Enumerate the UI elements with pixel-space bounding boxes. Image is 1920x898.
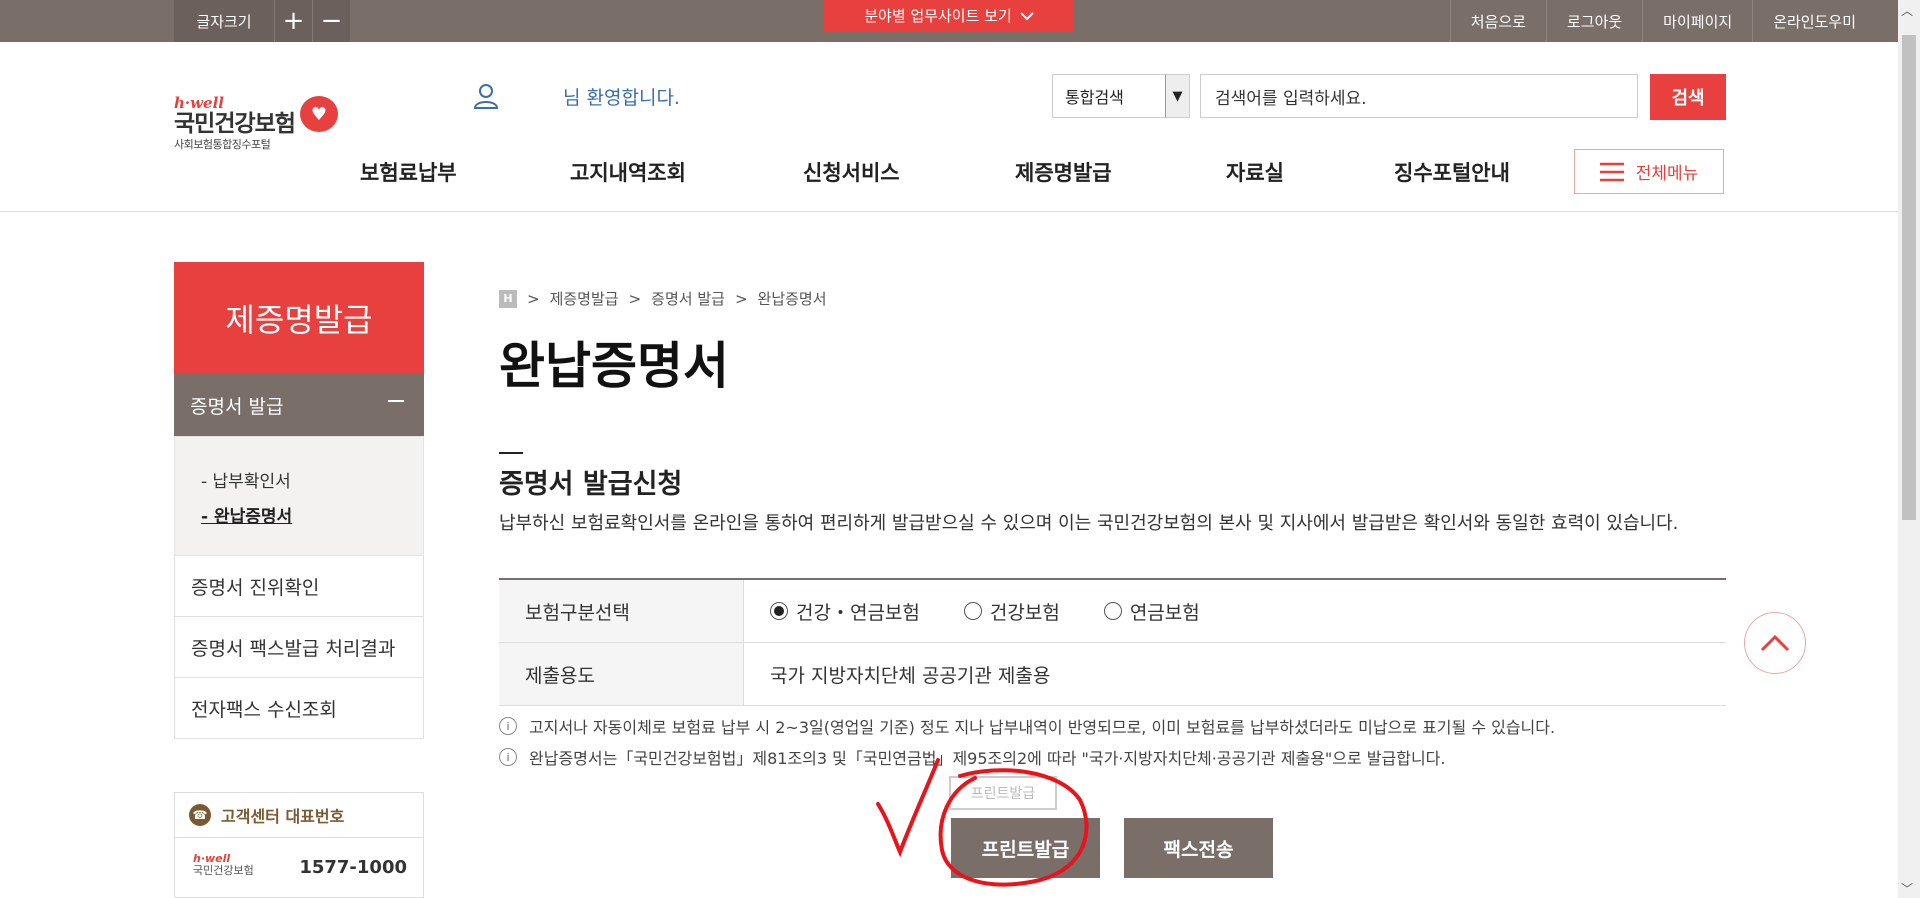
all-menu-label: 전체메뉴 — [1635, 164, 1699, 184]
search-input[interactable]: 검색어를 입력하세요. — [1200, 74, 1638, 118]
breadcrumb-item[interactable]: 완납증명서 — [758, 288, 827, 309]
table-row: 제출용도 국가 지방자치단체 공공기관 제출용 — [499, 643, 1726, 706]
header-divider — [0, 211, 1898, 212]
customer-center-number: 1577-1000 — [299, 857, 407, 878]
application-form-table: 보험구분선택 건강・연금보험 건강보험 연금보험 제출용도 국가 지방자치단체 … — [499, 578, 1726, 706]
notice-text: 고지서나 자동이체로 보험료 납부 시 2~3일(영업일 기준) 정도 지나 납… — [529, 718, 1556, 737]
radio-pension[interactable]: 연금보험 — [1103, 598, 1200, 625]
breadcrumb-item[interactable]: 증명서 발급 — [651, 288, 725, 309]
sidebar-subitem-full-payment-certificate[interactable]: - 완납증명서 — [201, 502, 292, 527]
section-description: 납부하신 보험료확인서를 온라인을 통하여 편리하게 발급받으실 수 있으며 이… — [499, 513, 1679, 534]
table-row: 보험구분선택 건강・연금보험 건강보험 연금보험 — [499, 580, 1726, 643]
info-icon: i — [499, 748, 517, 766]
customer-center-label: 고객센터 대표번호 — [221, 807, 345, 826]
font-decrease-button[interactable]: − — [312, 0, 350, 42]
top-utility-bar: 글자크기 + − 분야별 업무사이트 보기 처음으로 로그아웃 마이페이지 온라… — [0, 0, 1898, 42]
mypage-link[interactable]: 마이페이지 — [1642, 0, 1752, 42]
nav-item-library[interactable]: 자료실 — [1226, 157, 1284, 187]
site-logo[interactable]: h·well 국민건강보험 사회보험통합징수포털 ♥ — [174, 94, 344, 170]
field-site-dropdown-button[interactable]: 분야별 업무사이트 보기 — [824, 0, 1074, 31]
sidebar-item-fax-result[interactable]: 증명서 팩스발급 처리결과 — [174, 617, 424, 678]
sidebar-item-verification[interactable]: 증명서 진위확인 — [174, 556, 424, 617]
purpose-value: 국가 지방자치단체 공공기관 제출용 — [770, 664, 1051, 687]
nav-item-notice-history[interactable]: 고지내역조회 — [570, 157, 686, 187]
phone-icon: ☎ — [189, 804, 211, 826]
radio-button[interactable] — [963, 602, 982, 620]
font-increase-button[interactable]: + — [274, 0, 312, 42]
chevron-down-icon[interactable]: ▼ — [1165, 75, 1189, 117]
breadcrumb-item[interactable]: 제증명발급 — [550, 288, 619, 309]
scroll-to-top-button[interactable] — [1744, 612, 1806, 674]
chevron-up-icon — [1760, 634, 1790, 652]
radio-button-checked[interactable] — [770, 602, 788, 620]
logo-subtitle: 사회보험통합징수포털 — [174, 138, 271, 151]
breadcrumb-separator: > — [734, 289, 748, 308]
scroll-down-arrow-icon[interactable]: ﹀ — [1901, 880, 1913, 897]
breadcrumb: H > 제증명발급 > 증명서 발급 > 완납증명서 — [499, 288, 827, 309]
nav-item-premium-payment[interactable]: 보험료납부 — [360, 157, 457, 187]
customer-center-box: ☎ 고객센터 대표번호 h·well 국민건강보험 1577-1000 — [174, 792, 424, 898]
purpose-label: 제출용도 — [499, 643, 744, 705]
radio-label: 연금보험 — [1129, 601, 1200, 624]
sidebar-subitem-payment-confirmation[interactable]: - 납부확인서 — [201, 467, 291, 492]
hamburger-icon — [1599, 162, 1624, 181]
radio-label: 건강・연금보험 — [796, 601, 920, 624]
search-button[interactable]: 검색 — [1650, 74, 1726, 120]
nav-item-certificates[interactable]: 제증명발급 — [1015, 157, 1112, 187]
top-links: 처음으로 로그아웃 마이페이지 온라인도우미 — [1449, 0, 1876, 42]
sidebar-group-label: 증명서 발급 — [190, 395, 284, 418]
online-help-link[interactable]: 온라인도우미 — [1752, 0, 1876, 42]
insurance-type-options: 건강・연금보험 건강보험 연금보험 — [744, 580, 1726, 642]
insurance-type-label: 보험구분선택 — [499, 580, 744, 642]
minus-icon — [388, 400, 404, 402]
notice-text: 완납증명서는「국민건강보험법」제81조의3 및「국민연금법」제95조의2에 따라… — [529, 749, 1446, 768]
section-title-bar — [499, 452, 523, 454]
scroll-up-arrow-icon[interactable]: ︿ — [1901, 2, 1913, 19]
print-issue-ghost-button: 프린트발급 — [949, 776, 1057, 810]
radio-health-pension[interactable]: 건강・연금보험 — [770, 598, 920, 625]
scrollbar-thumb[interactable] — [1902, 35, 1916, 520]
sidebar-submenu: - 납부확인서 - 완납증명서 — [174, 436, 424, 556]
sidebar-group-certificate-issue[interactable]: 증명서 발급 — [174, 374, 424, 436]
sidebar-item-efax-inquiry[interactable]: 전자팩스 수신조회 — [174, 678, 424, 739]
radio-button[interactable] — [1103, 602, 1122, 620]
chevron-down-icon — [1020, 11, 1034, 20]
page-scrollbar[interactable]: ︿ ﹀ — [1898, 0, 1920, 898]
info-icon: i — [499, 717, 517, 735]
notice-item: i 완납증명서는「국민건강보험법」제81조의3 및「국민연금법」제95조의2에 … — [499, 745, 1446, 769]
heart-logo-icon: ♥ — [300, 96, 338, 132]
customer-center-logo: h·well 국민건강보험 — [193, 853, 254, 877]
customer-center-header: ☎ 고객센터 대표번호 — [175, 793, 423, 838]
font-size-label: 글자크기 — [174, 0, 274, 42]
welcome-text: 님 환영합니다. — [563, 87, 680, 109]
user-icon — [473, 84, 499, 109]
search-scope-value: 통합검색 — [1065, 88, 1124, 107]
search-placeholder: 검색어를 입력하세요. — [1215, 88, 1367, 109]
section-title: 증명서 발급신청 — [499, 469, 683, 500]
mini-logo-name: 국민건강보험 — [193, 864, 254, 877]
logout-link[interactable]: 로그아웃 — [1545, 0, 1642, 42]
sidebar-title: 제증명발급 — [174, 262, 424, 374]
search-scope-select[interactable]: 통합검색 ▼ — [1052, 74, 1190, 118]
breadcrumb-separator: > — [628, 289, 642, 308]
field-site-label: 분야별 업무사이트 보기 — [864, 7, 1012, 25]
radio-label: 건강보험 — [989, 601, 1060, 624]
radio-health[interactable]: 건강보험 — [963, 598, 1060, 625]
print-issue-button[interactable]: 프린트발급 — [951, 818, 1100, 878]
fax-send-button[interactable]: 팩스전송 — [1124, 818, 1273, 878]
nav-item-portal-guide[interactable]: 징수포털안내 — [1394, 157, 1510, 187]
page-title: 완납증명서 — [499, 337, 729, 395]
home-link[interactable]: 처음으로 — [1449, 0, 1546, 42]
home-icon[interactable]: H — [499, 289, 517, 308]
all-menu-button[interactable]: 전체메뉴 — [1574, 149, 1724, 194]
check-mark-annotation — [876, 758, 940, 858]
breadcrumb-separator: > — [527, 289, 540, 308]
font-size-control: 글자크기 + − — [174, 0, 350, 42]
nav-item-application-service[interactable]: 신청서비스 — [803, 157, 900, 187]
notice-item: i 고지서나 자동이체로 보험료 납부 시 2~3일(영업일 기준) 정도 지나… — [499, 714, 1555, 738]
